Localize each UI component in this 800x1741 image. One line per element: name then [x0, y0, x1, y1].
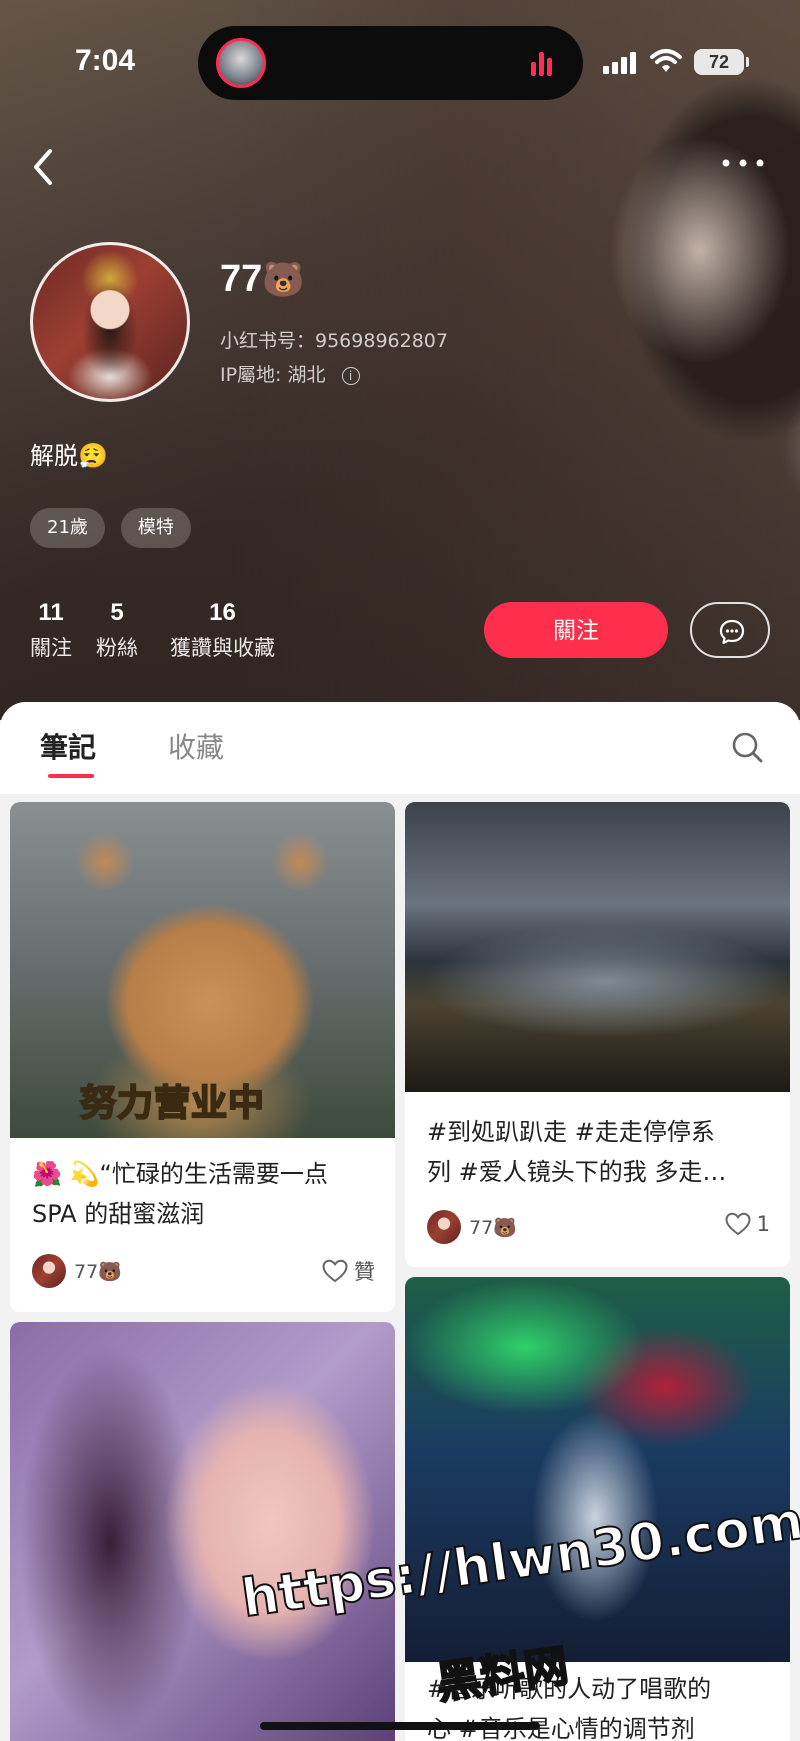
note-title: 🌺 💫“忙碌的生活需要一点 SPA 的甜蜜滋润 [32, 1154, 328, 1234]
account-id: 小红书号：95698962807 [220, 330, 448, 352]
stat-following-count: 11 [38, 599, 64, 626]
tag-occupation: 模特 [120, 508, 191, 548]
message-button[interactable] [690, 602, 770, 658]
note-image [405, 802, 790, 1092]
ip-location: IP屬地: 湖北 i [220, 360, 360, 387]
note-image-caption: 努力营业中 [79, 1082, 266, 1125]
profile-tags: 21歲 模特 [30, 508, 191, 548]
note-card[interactable]: 努力营业中 🌺 💫“忙碌的生活需要一点 SPA 的甜蜜滋润 77🐻 贊 [10, 802, 395, 1312]
stat-likes-collects[interactable]: 16 獲讚與收藏 [170, 596, 275, 666]
username: 77🐻 [220, 258, 305, 301]
username-text: 77 [220, 258, 263, 300]
like-button[interactable]: 1 [725, 1212, 770, 1236]
author-avatar [427, 1210, 461, 1244]
author-name: 77🐻 [74, 1260, 122, 1283]
username-emoji: 🐻 [262, 261, 305, 299]
note-title-line: 列 #爱人镜头下的我 多走… [427, 1158, 727, 1186]
tab-active-indicator [48, 774, 94, 778]
stat-likes-collects-count: 16 [209, 599, 236, 626]
like-count: 1 [756, 1212, 770, 1236]
heart-icon [725, 1212, 751, 1236]
dynamic-island[interactable] [198, 26, 583, 100]
more-button[interactable] [720, 150, 770, 190]
author-name: 77🐻 [469, 1216, 517, 1239]
note-card[interactable] [10, 1322, 395, 1741]
ip-location-text: IP屬地: 湖北 [220, 364, 326, 386]
battery-indicator: 72 [694, 49, 749, 75]
wifi-icon [650, 49, 682, 72]
stat-followers-label: 粉絲 [96, 636, 138, 660]
heart-icon [322, 1259, 348, 1283]
note-author[interactable]: 77🐻 [427, 1210, 517, 1244]
stat-followers-count: 5 [110, 599, 124, 626]
note-title-line: 🌺 💫“忙碌的生活需要一点 [32, 1160, 328, 1188]
profile-avatar[interactable] [30, 242, 190, 402]
note-title: #到処趴趴走 #走走停停系 列 #爱人镜头下的我 多走… [427, 1112, 726, 1192]
note-image: 努力营业中 [10, 802, 395, 1138]
search-icon[interactable] [730, 730, 764, 764]
note-title-line: SPA 的甜蜜滋润 [32, 1200, 205, 1228]
stat-following-label: 關注 [30, 636, 72, 660]
follow-button[interactable]: 關注 [484, 602, 668, 658]
author-avatar [32, 1254, 66, 1288]
stat-likes-collects-label: 獲讚與收藏 [170, 636, 275, 660]
info-icon[interactable]: i [341, 367, 360, 385]
home-indicator[interactable] [260, 1722, 540, 1730]
note-title-line: #到処趴趴走 #走走停停系 [427, 1118, 715, 1146]
island-avatar [216, 38, 266, 88]
back-icon [34, 149, 52, 185]
audio-bars-icon [531, 50, 557, 76]
note-card[interactable]: #到処趴趴走 #走走停停系 列 #爱人镜头下的我 多走… 77🐻 1 [405, 802, 790, 1267]
more-icon [722, 159, 764, 167]
back-button[interactable] [28, 145, 68, 195]
tab-notes[interactable]: 筆記 [40, 726, 96, 766]
profile-bio: 解脱😮‍💨 [30, 442, 108, 470]
note-author[interactable]: 77🐻 [32, 1254, 122, 1288]
stat-following[interactable]: 11 關注 [30, 596, 72, 666]
note-image [405, 1277, 790, 1662]
note-image [10, 1322, 395, 1741]
content-tabbar: 筆記 收藏 [0, 702, 800, 794]
profile-header: 7:04 72 77🐻 小红书号：95698962807 IP屬地: 湖北 i [0, 0, 800, 720]
message-icon [719, 619, 745, 645]
status-time: 7:04 [75, 44, 136, 77]
profile-stats: 11 關注 5 粉絲 16 獲讚與收藏 [30, 596, 301, 666]
signal-icon [603, 52, 639, 74]
tab-collect[interactable]: 收藏 [168, 726, 224, 766]
stat-followers[interactable]: 5 粉絲 [96, 596, 138, 666]
tag-age: 21歲 [30, 508, 105, 548]
like-button[interactable]: 贊 [322, 1256, 375, 1286]
like-count: 贊 [354, 1260, 375, 1284]
